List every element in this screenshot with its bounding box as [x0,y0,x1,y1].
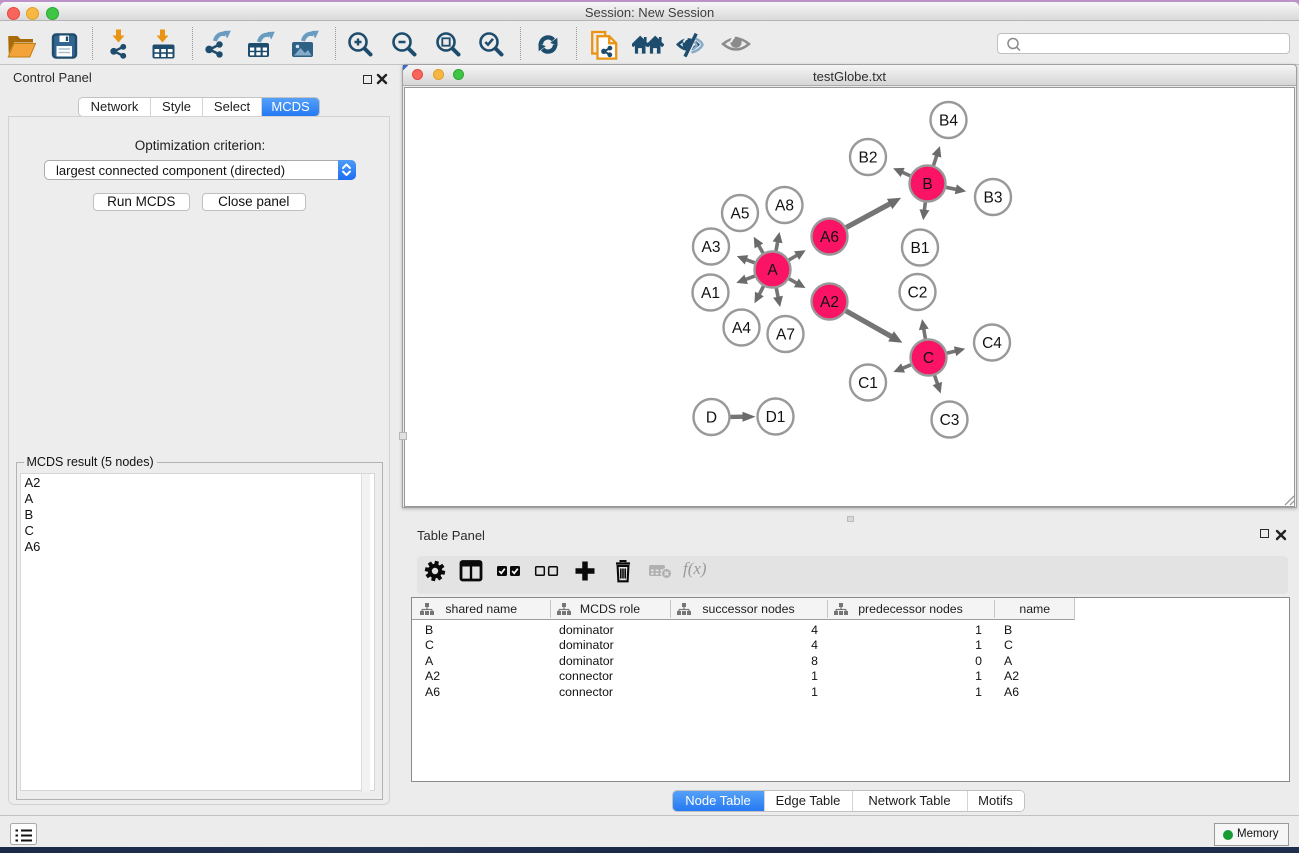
svg-text:D: D [706,409,717,426]
svg-text:A3: A3 [702,239,721,256]
svg-text:B3: B3 [984,189,1003,206]
svg-text:C2: C2 [908,284,928,301]
svg-text:C: C [923,350,934,367]
svg-text:B4: B4 [939,112,958,129]
svg-text:A8: A8 [775,197,794,214]
svg-text:A5: A5 [731,205,750,222]
svg-text:A4: A4 [732,320,751,337]
svg-text:D1: D1 [766,409,786,426]
svg-text:B: B [922,176,932,193]
svg-text:C1: C1 [858,375,878,392]
svg-text:A1: A1 [701,285,720,302]
svg-text:B1: B1 [911,240,930,257]
svg-text:C4: C4 [982,335,1002,352]
svg-text:A7: A7 [776,326,795,343]
svg-text:A: A [767,262,778,279]
svg-text:C3: C3 [940,412,960,429]
svg-text:A2: A2 [820,294,839,311]
svg-text:B2: B2 [859,149,878,166]
svg-text:A6: A6 [820,229,839,246]
